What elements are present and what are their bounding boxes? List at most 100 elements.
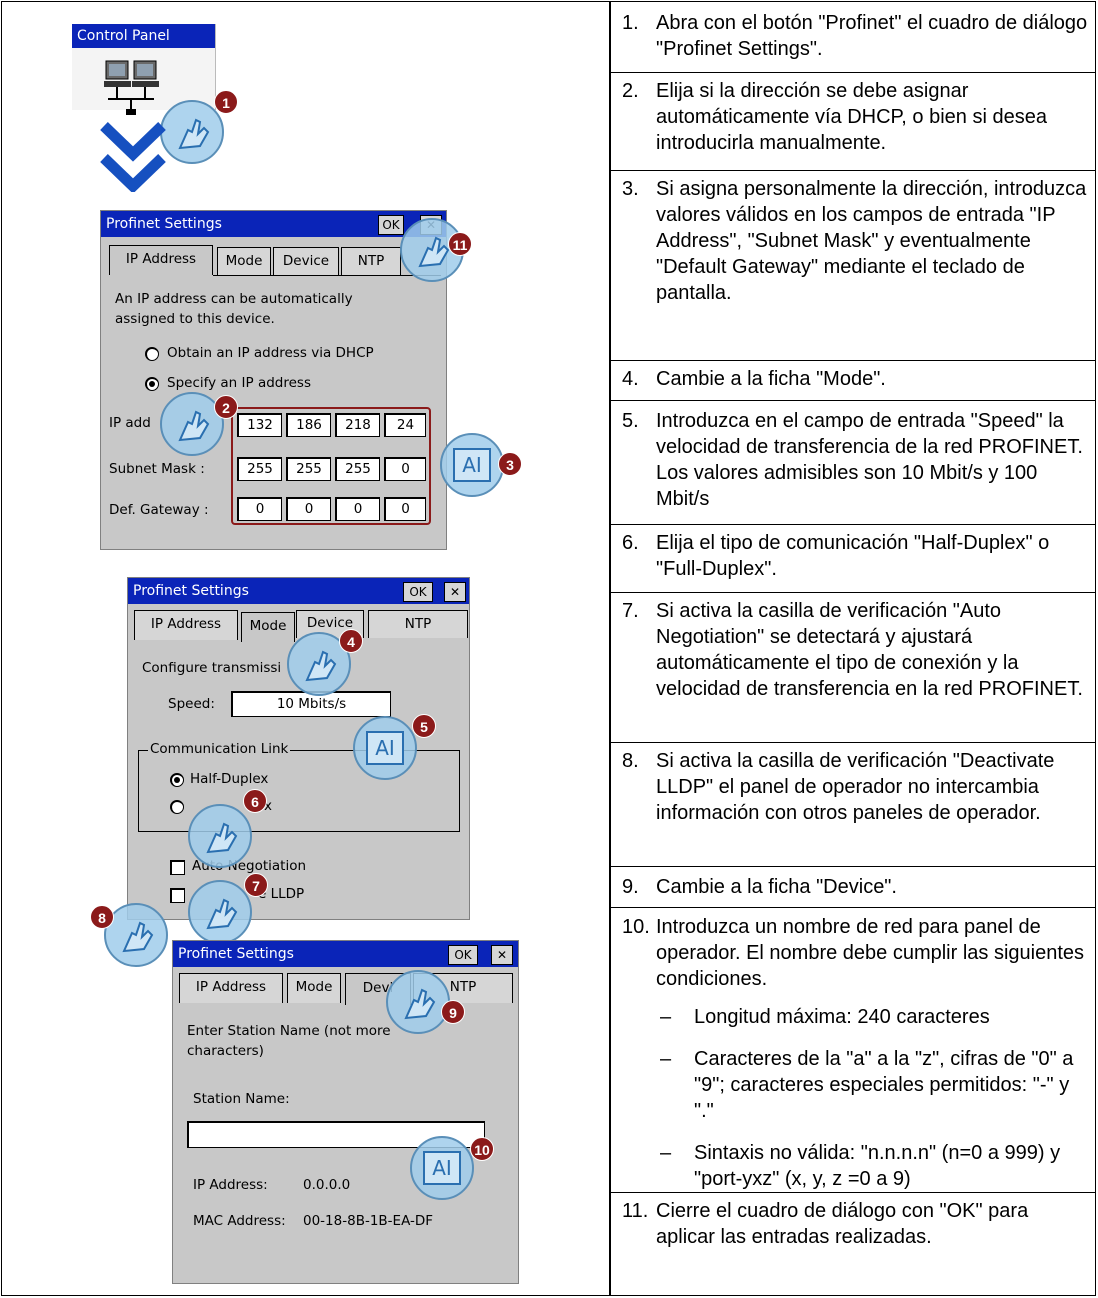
tab-ip-address[interactable]: IP Address bbox=[109, 245, 213, 275]
step-separator bbox=[610, 170, 1095, 171]
speed-label: Speed: bbox=[168, 696, 215, 712]
double-chevron-down-icon bbox=[100, 122, 166, 192]
radio-dhcp-label: Obtain an IP address via DHCP bbox=[167, 345, 374, 361]
step-badge-7: 7 bbox=[244, 873, 268, 897]
tab-ntp[interactable]: NTP bbox=[341, 247, 401, 275]
step-number: 6. bbox=[622, 532, 639, 554]
radio-dhcp[interactable] bbox=[145, 347, 159, 361]
step-separator bbox=[610, 907, 1095, 908]
radio-full-duplex[interactable] bbox=[170, 800, 184, 814]
step-separator bbox=[610, 360, 1095, 361]
checkbox-deactivate-lldp[interactable] bbox=[170, 888, 185, 903]
screen-keyboard-icon[interactable]: AI bbox=[366, 731, 404, 765]
tab-device[interactable]: Device bbox=[273, 247, 339, 275]
pointing-hand-icon bbox=[404, 988, 436, 1020]
tab-mode[interactable]: Mode bbox=[217, 247, 271, 275]
step-number: 7. bbox=[622, 600, 639, 622]
radio-specify-label: Specify an IP address bbox=[167, 375, 311, 391]
radio-specify-ip[interactable] bbox=[145, 377, 159, 391]
mode-description: Configure transmissi bbox=[142, 660, 282, 676]
description-line-2: assigned to this device. bbox=[115, 311, 275, 327]
column-divider bbox=[609, 1, 611, 1296]
screen-keyboard-icon[interactable]: AI bbox=[453, 448, 491, 482]
ok-button[interactable]: OK bbox=[403, 582, 433, 602]
step-badge-10: 10 bbox=[470, 1137, 494, 1161]
keyboard-bubble: AI bbox=[353, 716, 417, 780]
tab-underline bbox=[213, 275, 441, 276]
pointing-hand-icon bbox=[418, 236, 450, 268]
step-text: Si activa la casilla de verificación "De… bbox=[656, 750, 1055, 824]
profinet-dialog-device: Profinet Settings OK ✕ IP Address Mode D… bbox=[172, 940, 519, 1284]
radio-half-duplex[interactable] bbox=[170, 773, 184, 787]
control-panel-titlebar: Control Panel bbox=[72, 24, 215, 48]
subnet-octet-1[interactable]: 255 bbox=[237, 457, 282, 481]
step-number: 5. bbox=[622, 410, 639, 432]
checkbox-auto-negotiation[interactable] bbox=[170, 860, 185, 875]
profinet-dialog-mode: Profinet Settings OK ✕ IP Address Mode D… bbox=[127, 577, 470, 920]
close-icon: ✕ bbox=[496, 948, 508, 962]
step-text: Introduzca un nombre de red para panel d… bbox=[656, 916, 1085, 990]
step-badge-11: 11 bbox=[448, 232, 472, 256]
touch-bubble bbox=[386, 970, 450, 1034]
step-badge-4: 4 bbox=[339, 629, 363, 653]
gateway-octet-2[interactable]: 0 bbox=[286, 497, 331, 521]
condition-text: Sintaxis no válida: "n.n.n.n" (n=0 a 999… bbox=[694, 1142, 1061, 1190]
description-line-1: An IP address can be automatically bbox=[115, 291, 353, 307]
network-computers-icon[interactable] bbox=[104, 59, 162, 117]
pointing-hand-icon bbox=[305, 650, 337, 682]
step-text: Si asigna personalmente la dirección, in… bbox=[656, 178, 1087, 304]
close-icon: ✕ bbox=[449, 585, 461, 599]
ip-address-label: IP Address: bbox=[193, 1177, 268, 1193]
ok-button[interactable]: OK bbox=[448, 945, 478, 965]
gateway-octet-4[interactable]: 0 bbox=[384, 497, 426, 521]
step-text: Cambie a la ficha "Mode". bbox=[656, 368, 886, 390]
station-name-label: Station Name: bbox=[193, 1091, 290, 1107]
ok-button[interactable]: OK bbox=[378, 215, 404, 235]
step-badge-9: 9 bbox=[441, 1000, 465, 1024]
subnet-mask-label: Subnet Mask : bbox=[109, 461, 205, 477]
pointing-hand-icon bbox=[178, 410, 210, 442]
ip-address-value: 0.0.0.0 bbox=[303, 1177, 351, 1193]
step-text: Elija si la dirección se debe asignar au… bbox=[656, 80, 1047, 154]
close-button[interactable]: ✕ bbox=[444, 582, 466, 602]
step-text: Si activa la casilla de verificación "Au… bbox=[656, 600, 1083, 700]
step-badge-1: 1 bbox=[214, 90, 238, 114]
step-separator bbox=[610, 72, 1095, 73]
step-separator bbox=[610, 866, 1095, 867]
mac-address-value: 00-18-8B-1B-EA-DF bbox=[303, 1213, 434, 1229]
screen-keyboard-icon[interactable]: AI bbox=[423, 1151, 461, 1185]
step-text: Introduzca en el campo de entrada "Speed… bbox=[656, 410, 1083, 510]
ip-octet-4[interactable]: 24 bbox=[384, 413, 426, 437]
ip-octet-1[interactable]: 132 bbox=[237, 413, 282, 437]
step-number: 9. bbox=[622, 876, 639, 898]
ip-address-label: IP add bbox=[109, 415, 151, 431]
mac-address-label: MAC Address: bbox=[193, 1213, 286, 1229]
step-number: 4. bbox=[622, 368, 639, 390]
gateway-octet-1[interactable]: 0 bbox=[237, 497, 282, 521]
tab-mode[interactable]: Mode bbox=[287, 973, 341, 1003]
tab-mode[interactable]: Mode bbox=[241, 612, 295, 642]
keyboard-bubble: AI bbox=[440, 433, 504, 497]
condition-dash: – bbox=[660, 1048, 672, 1070]
pointing-hand-icon bbox=[206, 898, 238, 930]
subnet-octet-4[interactable]: 0 bbox=[384, 457, 426, 481]
step-number: 8. bbox=[622, 750, 639, 772]
tab-ip-address[interactable]: IP Address bbox=[179, 973, 283, 1003]
subnet-octet-2[interactable]: 255 bbox=[286, 457, 331, 481]
gateway-octet-3[interactable]: 0 bbox=[335, 497, 380, 521]
ip-octet-3[interactable]: 218 bbox=[335, 413, 380, 437]
step-separator bbox=[610, 400, 1095, 401]
step-separator bbox=[610, 524, 1095, 525]
tab-ntp[interactable]: NTP bbox=[368, 610, 468, 638]
step-number: 11. bbox=[622, 1200, 649, 1222]
ip-octet-2[interactable]: 186 bbox=[286, 413, 331, 437]
step-badge-3: 3 bbox=[498, 452, 522, 476]
subnet-octet-3[interactable]: 255 bbox=[335, 457, 380, 481]
step-badge-2: 2 bbox=[214, 395, 238, 419]
step-text: Abra con el botón "Profinet" el cuadro d… bbox=[656, 12, 1088, 60]
tab-ip-address[interactable]: IP Address bbox=[134, 610, 238, 640]
condition-text: Longitud máxima: 240 caracteres bbox=[694, 1006, 990, 1028]
communication-link-label: Communication Link bbox=[148, 741, 291, 757]
close-button[interactable]: ✕ bbox=[491, 945, 513, 965]
step-text: Elija el tipo de comunicación "Half-Dupl… bbox=[656, 532, 1050, 580]
